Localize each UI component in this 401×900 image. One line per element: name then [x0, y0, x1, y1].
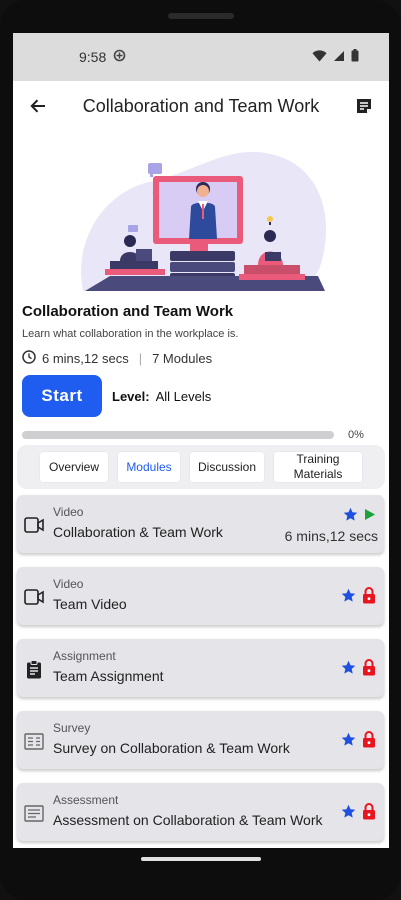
module-type: Assessment: [53, 793, 119, 807]
level-label: Level:: [112, 388, 150, 404]
module-card-team-video[interactable]: Video Team Video: [17, 567, 384, 625]
progress-bar: [22, 431, 334, 439]
clipboard-icon: [24, 659, 44, 679]
module-card-collaboration-video[interactable]: Video Collaboration & Team Work 6 mins,1…: [17, 495, 384, 553]
star-icon[interactable]: [341, 804, 356, 819]
module-card-assessment[interactable]: Assessment Assessment on Collaboration &…: [17, 783, 384, 841]
module-actions: [341, 803, 376, 820]
module-name: Collaboration & Team Work: [53, 524, 223, 540]
module-actions: [341, 587, 376, 604]
assessment-icon: [24, 803, 44, 823]
gesture-nav-bar[interactable]: [141, 857, 261, 861]
module-name: Assessment on Collaboration & Team Work: [53, 812, 323, 828]
play-icon[interactable]: [364, 508, 376, 521]
notes-button[interactable]: [351, 93, 377, 119]
lock-icon: [363, 587, 375, 604]
course-duration: 6 mins,12 secs: [42, 351, 129, 366]
back-button[interactable]: [25, 93, 51, 119]
lock-icon: [363, 803, 375, 820]
speaker-grille: [168, 13, 234, 19]
phone-frame: 9:58 Collaboration and Team Work Collabo…: [0, 0, 401, 900]
progress-percent: 0%: [348, 429, 364, 441]
module-type: Survey: [53, 721, 91, 735]
signal-icon: [333, 49, 345, 65]
star-icon[interactable]: [341, 732, 356, 747]
module-actions: [341, 731, 376, 748]
video-icon: [24, 515, 44, 535]
level-value: All Levels: [155, 388, 212, 404]
page-title: Collaboration and Team Work: [82, 95, 320, 116]
module-card-survey[interactable]: Survey Survey on Collaboration & Team Wo…: [17, 711, 384, 769]
arrow-left-icon: [30, 99, 45, 113]
tab-training-materials[interactable]: Training Materials: [274, 452, 362, 482]
start-button[interactable]: Start: [22, 375, 102, 417]
tab-overview[interactable]: Overview: [40, 452, 108, 482]
star-icon[interactable]: [341, 588, 356, 603]
module-card-team-assignment[interactable]: Assignment Team Assignment: [17, 639, 384, 697]
star-icon[interactable]: [341, 660, 356, 675]
data-saver-icon: [113, 49, 126, 65]
module-name: Team Assignment: [53, 668, 164, 684]
module-type: Assignment: [53, 649, 116, 663]
start-row: Start Level: All Levels: [22, 375, 389, 417]
note-icon: [357, 99, 371, 113]
meta-separator: |: [138, 351, 143, 366]
module-duration: 6 mins,12 secs: [284, 528, 378, 544]
app-screen: 9:58 Collaboration and Team Work Collabo…: [13, 33, 389, 848]
battery-icon: [351, 49, 359, 65]
status-bar: 9:58: [13, 33, 389, 81]
course-illustration: [13, 131, 389, 291]
app-bar: Collaboration and Team Work: [13, 81, 389, 131]
module-name: Survey on Collaboration & Team Work: [53, 740, 290, 756]
progress-row: 0%: [22, 429, 389, 441]
course-title: Collaboration and Team Work: [22, 303, 234, 320]
tab-discussion[interactable]: Discussion: [190, 452, 264, 482]
clock-icon: [22, 350, 36, 367]
status-time: 9:58: [79, 49, 107, 65]
course-description: Learn what collaboration in the workplac…: [22, 328, 239, 340]
tab-bar: Overview Modules Discussion Training Mat…: [17, 445, 385, 489]
course-modules-count: 7 Modules: [152, 351, 213, 366]
module-actions: [343, 507, 376, 522]
module-actions: [341, 659, 376, 676]
module-type: Video: [53, 577, 84, 591]
survey-icon: [24, 731, 44, 751]
star-icon[interactable]: [343, 507, 358, 522]
modules-list: Video Collaboration & Team Work 6 mins,1…: [13, 495, 389, 841]
module-type: Video: [53, 505, 84, 519]
wifi-icon: [312, 49, 327, 65]
level-info: Level: All Levels: [112, 389, 211, 404]
lock-icon: [363, 731, 375, 748]
tab-modules[interactable]: Modules: [118, 452, 180, 482]
module-name: Team Video: [53, 596, 127, 612]
video-icon: [24, 587, 44, 607]
course-meta: 6 mins,12 secs | 7 Modules: [22, 350, 389, 367]
lock-icon: [363, 659, 375, 676]
